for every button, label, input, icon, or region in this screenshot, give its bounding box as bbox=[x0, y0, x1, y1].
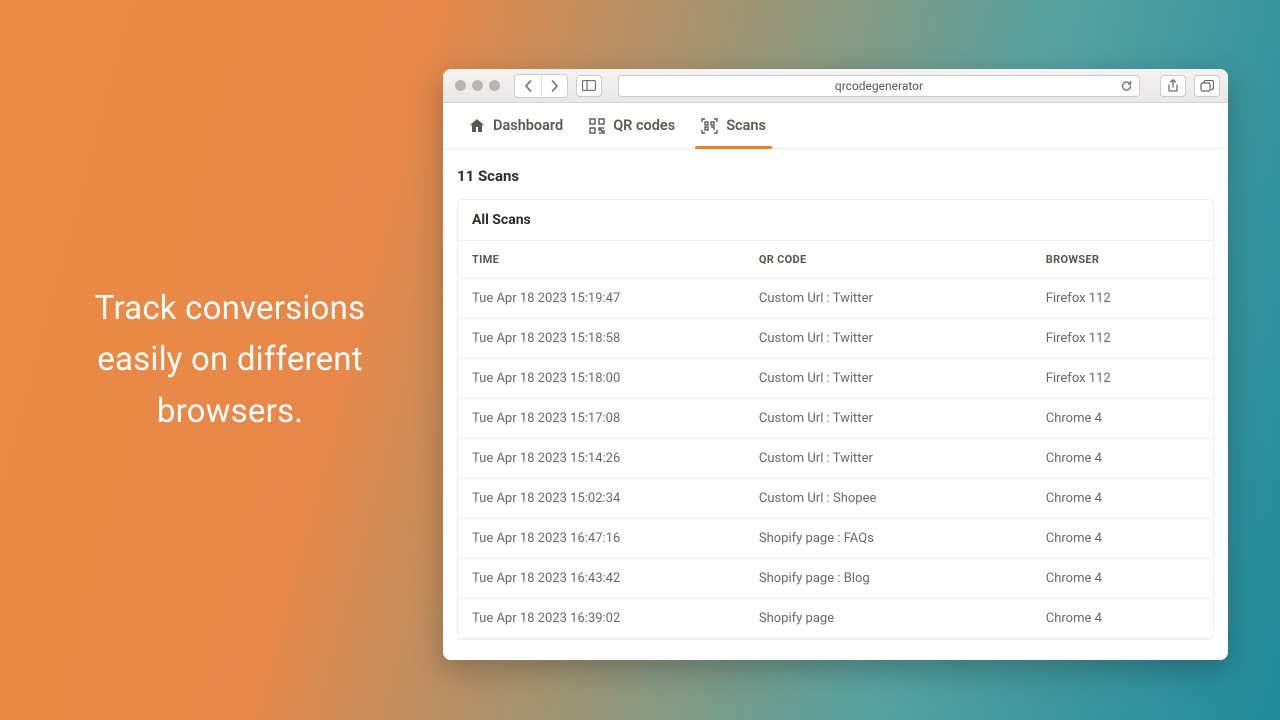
page-title: 11 Scans bbox=[443, 149, 1228, 195]
share-icon bbox=[1167, 79, 1179, 93]
share-button[interactable] bbox=[1160, 75, 1186, 97]
reload-button[interactable] bbox=[1120, 79, 1133, 92]
table-row[interactable]: Tue Apr 18 2023 15:14:26Custom Url : Twi… bbox=[458, 439, 1213, 479]
hero-caption: Track conversions easily on different br… bbox=[40, 283, 420, 436]
sidebar-icon bbox=[582, 80, 596, 91]
cell-qrcode: Custom Url : Twitter bbox=[745, 319, 1032, 359]
panel-heading: All Scans bbox=[458, 200, 1213, 241]
table-row[interactable]: Tue Apr 18 2023 16:47:16Shopify page : F… bbox=[458, 519, 1213, 559]
table-row[interactable]: Tue Apr 18 2023 15:02:34Custom Url : Sho… bbox=[458, 479, 1213, 519]
cell-qrcode: Custom Url : Shopee bbox=[745, 479, 1032, 519]
back-button[interactable] bbox=[515, 75, 541, 97]
qr-icon bbox=[589, 118, 605, 134]
forward-button[interactable] bbox=[541, 75, 567, 97]
traffic-lights bbox=[451, 80, 500, 91]
cell-browser: Chrome 4 bbox=[1032, 599, 1213, 639]
table-row[interactable]: Tue Apr 18 2023 15:19:47Custom Url : Twi… bbox=[458, 279, 1213, 319]
tab-scans-label: Scans bbox=[726, 117, 766, 134]
scans-panel: All Scans TIME QR CODE BROWSER Tue Apr 1… bbox=[457, 199, 1214, 640]
nav-back-forward bbox=[514, 74, 568, 98]
sidebar-toggle-button[interactable] bbox=[576, 75, 602, 97]
cell-qrcode: Custom Url : Twitter bbox=[745, 439, 1032, 479]
col-header-time[interactable]: TIME bbox=[458, 241, 745, 279]
cell-browser: Firefox 112 bbox=[1032, 319, 1213, 359]
chevron-right-icon bbox=[550, 80, 559, 92]
cell-browser: Chrome 4 bbox=[1032, 519, 1213, 559]
scans-table: TIME QR CODE BROWSER Tue Apr 18 2023 15:… bbox=[458, 241, 1213, 639]
cell-time: Tue Apr 18 2023 15:18:58 bbox=[458, 319, 745, 359]
nav-tabs: Dashboard QR codes Scans bbox=[443, 103, 1228, 149]
table-row[interactable]: Tue Apr 18 2023 15:17:08Custom Url : Twi… bbox=[458, 399, 1213, 439]
tab-scans[interactable]: Scans bbox=[701, 103, 766, 148]
cell-time: Tue Apr 18 2023 16:43:42 bbox=[458, 559, 745, 599]
cell-browser: Chrome 4 bbox=[1032, 399, 1213, 439]
cell-time: Tue Apr 18 2023 16:47:16 bbox=[458, 519, 745, 559]
cell-browser: Firefox 112 bbox=[1032, 359, 1213, 399]
col-header-browser[interactable]: BROWSER bbox=[1032, 241, 1213, 279]
cell-qrcode: Custom Url : Twitter bbox=[745, 399, 1032, 439]
tab-qrcodes[interactable]: QR codes bbox=[589, 103, 675, 148]
cell-browser: Chrome 4 bbox=[1032, 439, 1213, 479]
scan-icon bbox=[701, 118, 718, 134]
cell-time: Tue Apr 18 2023 15:18:00 bbox=[458, 359, 745, 399]
cell-browser: Firefox 112 bbox=[1032, 279, 1213, 319]
cell-browser: Chrome 4 bbox=[1032, 559, 1213, 599]
cell-browser: Chrome 4 bbox=[1032, 479, 1213, 519]
app-content: Dashboard QR codes Scans 11 Scans All Sc… bbox=[443, 103, 1228, 660]
table-row[interactable]: Tue Apr 18 2023 16:39:02Shopify pageChro… bbox=[458, 599, 1213, 639]
table-row[interactable]: Tue Apr 18 2023 16:43:42Shopify page : B… bbox=[458, 559, 1213, 599]
hero-line-2: easily on different bbox=[40, 334, 420, 385]
address-bar-text: qrcodegenerator bbox=[835, 79, 923, 93]
cell-qrcode: Custom Url : Twitter bbox=[745, 359, 1032, 399]
close-dot-icon[interactable] bbox=[455, 80, 466, 91]
tab-qrcodes-label: QR codes bbox=[613, 117, 675, 134]
cell-time: Tue Apr 18 2023 15:17:08 bbox=[458, 399, 745, 439]
table-row[interactable]: Tue Apr 18 2023 15:18:58Custom Url : Twi… bbox=[458, 319, 1213, 359]
home-icon bbox=[469, 118, 485, 133]
address-bar[interactable]: qrcodegenerator bbox=[618, 75, 1140, 97]
col-header-qrcode[interactable]: QR CODE bbox=[745, 241, 1032, 279]
cell-qrcode: Shopify page : FAQs bbox=[745, 519, 1032, 559]
reload-icon bbox=[1120, 79, 1133, 92]
cell-time: Tue Apr 18 2023 15:14:26 bbox=[458, 439, 745, 479]
browser-window: qrcodegenerator Dashboard QR codes bbox=[443, 69, 1228, 660]
hero-line-3: browsers. bbox=[40, 386, 420, 437]
cell-time: Tue Apr 18 2023 16:39:02 bbox=[458, 599, 745, 639]
cell-time: Tue Apr 18 2023 15:19:47 bbox=[458, 279, 745, 319]
cell-qrcode: Shopify page : Blog bbox=[745, 559, 1032, 599]
zoom-dot-icon[interactable] bbox=[489, 80, 500, 91]
cell-qrcode: Custom Url : Twitter bbox=[745, 279, 1032, 319]
browser-chrome-bar: qrcodegenerator bbox=[443, 69, 1228, 103]
chevron-left-icon bbox=[524, 80, 533, 92]
table-row[interactable]: Tue Apr 18 2023 15:18:00Custom Url : Twi… bbox=[458, 359, 1213, 399]
tabs-button[interactable] bbox=[1194, 75, 1220, 97]
cell-time: Tue Apr 18 2023 15:02:34 bbox=[458, 479, 745, 519]
tab-dashboard-label: Dashboard bbox=[493, 117, 563, 134]
tab-dashboard[interactable]: Dashboard bbox=[469, 103, 563, 148]
hero-line-1: Track conversions bbox=[40, 283, 420, 334]
cell-qrcode: Shopify page bbox=[745, 599, 1032, 639]
tabs-icon bbox=[1200, 80, 1214, 92]
chrome-right-icons bbox=[1160, 75, 1220, 97]
minimize-dot-icon[interactable] bbox=[472, 80, 483, 91]
